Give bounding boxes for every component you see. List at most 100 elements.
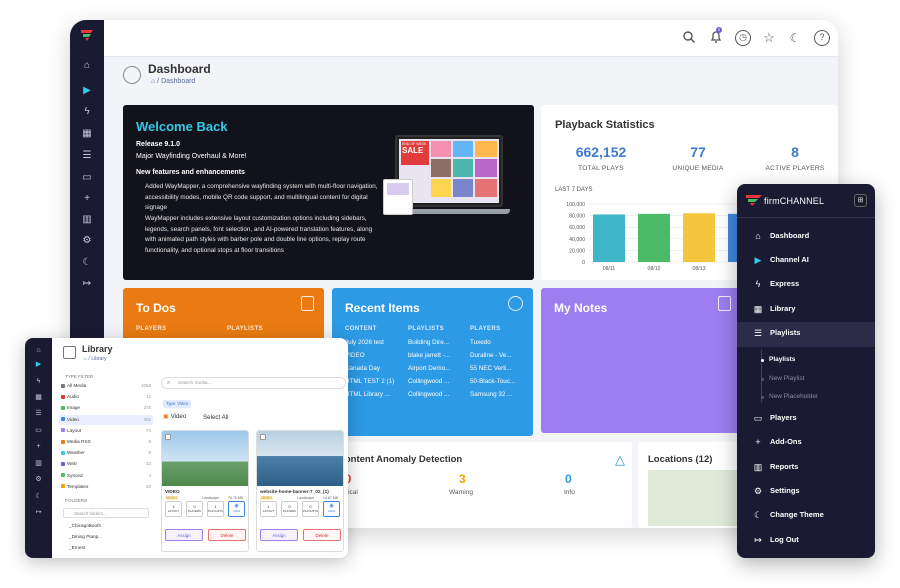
- select-checkbox[interactable]: [165, 434, 171, 440]
- recent-cell[interactable]: Airport Demo...: [408, 365, 466, 372]
- grid-icon[interactable]: ⊞: [854, 194, 867, 207]
- logout-icon[interactable]: ↦: [80, 277, 94, 291]
- select-all-button[interactable]: Select All: [203, 414, 228, 421]
- gear-icon[interactable]: ⚙: [34, 475, 43, 484]
- recent-cell[interactable]: HTML Library ...: [345, 391, 403, 398]
- usage-count-button[interactable]: 0 PLAYERS: [281, 501, 298, 517]
- usage-count-button[interactable]: 0 PLAYLISTS: [302, 501, 319, 517]
- delete-button[interactable]: Delete: [208, 529, 246, 541]
- plus-icon[interactable]: +: [34, 442, 43, 451]
- menu-item-change-theme[interactable]: ☾ Change Theme: [737, 504, 875, 526]
- help-icon[interactable]: ?: [814, 30, 830, 46]
- menu-item-log-out[interactable]: ↦ Log Out: [737, 529, 875, 551]
- gear-icon[interactable]: ⚙: [80, 234, 94, 248]
- plus-icon[interactable]: +: [80, 192, 94, 206]
- play-icon[interactable]: ▶: [80, 84, 94, 98]
- menu-item-playlists[interactable]: ☰ Playlists: [737, 322, 875, 347]
- list-icon[interactable]: ☰: [80, 149, 94, 163]
- menu-item-players[interactable]: ▭ Players: [737, 407, 875, 429]
- recent-cell[interactable]: Collingwood ...: [408, 378, 466, 385]
- bar[interactable]: [683, 213, 715, 262]
- home-icon[interactable]: ⌂: [80, 59, 94, 73]
- info-value: 0: [565, 472, 572, 486]
- menu-item-dashboard[interactable]: ⌂ Dashboard: [737, 225, 875, 247]
- submenu-item[interactable]: New Playlist: [769, 375, 804, 382]
- recent-cell[interactable]: 55 NEC Verti...: [470, 365, 528, 372]
- star-icon[interactable]: ☆: [761, 30, 777, 46]
- delete-button[interactable]: Delete: [303, 529, 341, 541]
- menu-item-settings[interactable]: ⚙ Settings: [737, 480, 875, 502]
- search-icon[interactable]: [681, 30, 697, 46]
- recent-cell[interactable]: Canada Day: [345, 365, 403, 372]
- clipboard-icon: [301, 296, 314, 311]
- search-icon: ⌕: [167, 380, 171, 386]
- home-icon[interactable]: ⌂: [151, 78, 155, 85]
- bolt-icon[interactable]: ϟ: [80, 105, 94, 119]
- recent-cell[interactable]: Duraline - Ve...: [470, 352, 528, 359]
- film-icon[interactable]: ▦: [80, 127, 94, 141]
- recent-cell[interactable]: Collingwood ...: [408, 391, 466, 398]
- moon-icon[interactable]: ☾: [34, 492, 43, 501]
- usage-count-button[interactable]: 1 LAYOUT: [165, 501, 182, 517]
- recent-cell[interactable]: 50-Black-Touc...: [470, 378, 528, 385]
- recent-content-header: CONTENT: [345, 326, 377, 332]
- recent-cell[interactable]: HTML TEST 2 (1): [345, 378, 403, 385]
- moon-icon[interactable]: ☾: [787, 30, 803, 46]
- chart-icon[interactable]: ▥: [80, 213, 94, 227]
- media-search-input[interactable]: ⌕ Search media...: [161, 377, 346, 389]
- chart-icon[interactable]: ▥: [34, 459, 43, 468]
- usage-count-button[interactable]: 1 LAYOUT: [260, 501, 277, 517]
- logout-icon[interactable]: ↦: [34, 508, 43, 517]
- assign-button[interactable]: Assign: [260, 529, 298, 541]
- video-thumbnail[interactable]: [162, 431, 248, 486]
- recent-cell[interactable]: Building Dire...: [408, 339, 466, 346]
- menu-item-library[interactable]: ▦ Library: [737, 298, 875, 320]
- type-filter-label: Audio: [67, 394, 79, 400]
- moon-icon[interactable]: ☾: [80, 256, 94, 270]
- view-button[interactable]: ◉ VIEW: [228, 501, 245, 517]
- locations-map[interactable]: [648, 470, 738, 526]
- bar[interactable]: [638, 213, 670, 262]
- x-tick-label: 08/11: [603, 266, 616, 272]
- menu-item-reports[interactable]: ▥ Reports: [737, 456, 875, 478]
- assign-button[interactable]: Assign: [165, 529, 203, 541]
- folder-item[interactable]: _Ernest: [69, 545, 85, 550]
- submenu-item[interactable]: New Placeholder: [769, 393, 818, 400]
- bell-icon[interactable]: 0: [708, 27, 724, 46]
- select-checkbox[interactable]: [260, 434, 266, 440]
- tv-icon[interactable]: ▭: [80, 171, 94, 185]
- media-card[interactable]: VIDEO VIDEO Landscape 76.76 MB 1 LAYOUT 0 PLAYE…: [161, 430, 249, 552]
- breadcrumb-current[interactable]: Dashboard: [161, 78, 195, 85]
- recent-cell[interactable]: VIDEO: [345, 352, 403, 359]
- video-thumbnail[interactable]: [257, 431, 343, 486]
- menu-item-add-ons[interactable]: + Add-Ons: [737, 431, 875, 453]
- video-tab[interactable]: ▣ Video: [163, 413, 186, 420]
- home-icon[interactable]: ⌂: [34, 346, 43, 355]
- feature-paragraph-2: WayMapper includes extensive layout cust…: [145, 215, 373, 254]
- folder-item[interactable]: _ChicagoBooth: [69, 523, 101, 528]
- list-icon[interactable]: ☰: [34, 409, 43, 418]
- recent-cell[interactable]: blake jarrett -...: [408, 352, 466, 359]
- film-icon[interactable]: ▦: [34, 393, 43, 402]
- media-card[interactable]: website-home-banner-7_02_(1) VIDEO Landsca…: [256, 430, 344, 552]
- bar[interactable]: [593, 214, 625, 262]
- bolt-icon[interactable]: ϟ: [34, 377, 43, 386]
- recent-cell[interactable]: Tuxedo: [470, 339, 528, 346]
- play-icon[interactable]: ▶: [34, 360, 43, 369]
- view-button[interactable]: ◉ VIEW: [323, 501, 340, 517]
- recent-cell[interactable]: July 2026 test: [345, 339, 403, 346]
- clock-icon[interactable]: ◷: [735, 30, 751, 46]
- usage-count-button[interactable]: 1 PLAYLISTS: [207, 501, 224, 517]
- usage-count-button[interactable]: 0 PLAYERS: [186, 501, 203, 517]
- recent-cell[interactable]: Samsung 32 ...: [470, 391, 528, 398]
- menu-item-channel-ai[interactable]: ▶ Channel AI: [737, 249, 875, 271]
- submenu-item[interactable]: Playlists: [769, 356, 795, 363]
- folder-item[interactable]: _Dining Pianp...: [69, 534, 102, 539]
- menu-item-express[interactable]: ϟ Express: [737, 273, 875, 295]
- tv-icon[interactable]: ▭: [34, 426, 43, 435]
- folder-search-input[interactable]: Search folders...: [63, 508, 149, 518]
- home-icon[interactable]: ⌂: [84, 356, 87, 362]
- breadcrumb-current[interactable]: Library: [91, 356, 106, 362]
- type-filter-chip[interactable]: Type: Video: [163, 400, 192, 408]
- active-players-value: 8: [791, 144, 799, 160]
